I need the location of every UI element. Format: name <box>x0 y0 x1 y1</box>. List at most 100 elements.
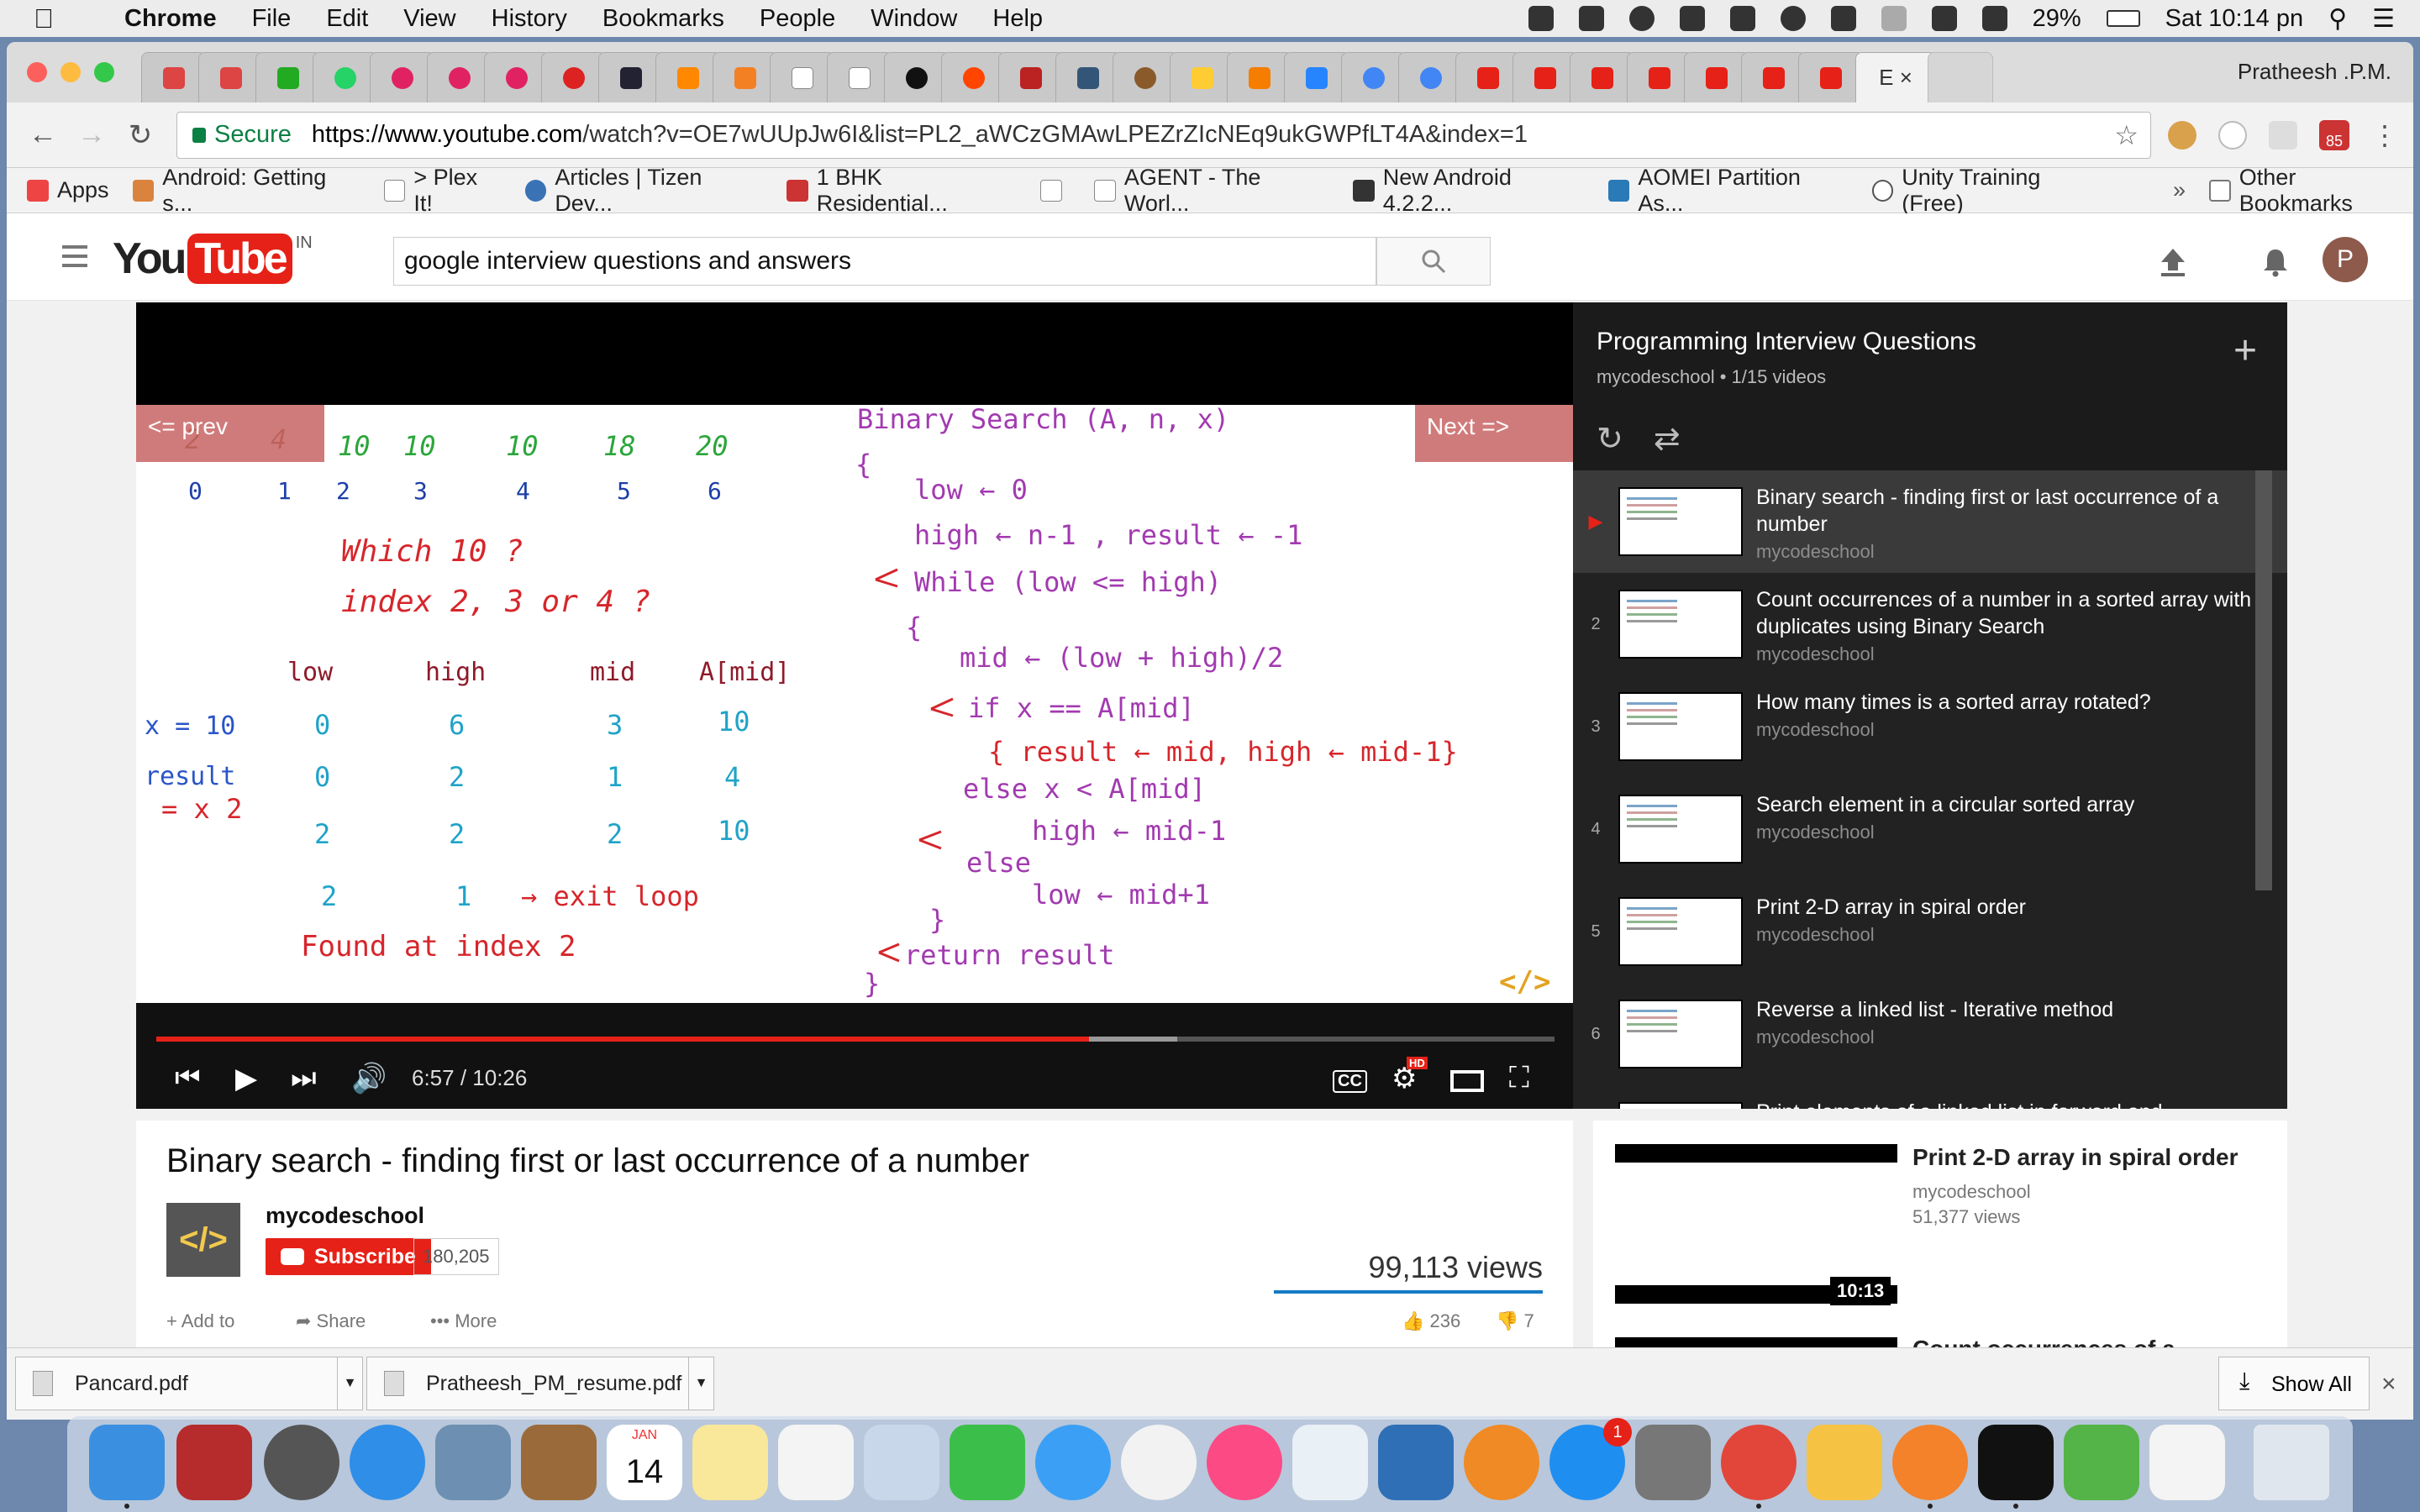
extension-grid-icon[interactable] <box>2269 120 2297 150</box>
chrome-menu-icon[interactable]: ⋮ <box>2371 119 2398 151</box>
playlist-thumbnail[interactable] <box>1618 795 1743 864</box>
system-preferences-icon[interactable] <box>1635 1425 1711 1500</box>
extension-circle-icon[interactable] <box>2218 120 2247 150</box>
theater-mode-icon[interactable] <box>1450 1070 1484 1092</box>
next-video-overlay[interactable]: Next => <box>1415 405 1573 462</box>
menu-file[interactable]: File <box>252 5 292 33</box>
loop-playlist-icon[interactable]: ↻ <box>1597 420 1623 458</box>
playlist-item[interactable]: 6 Reverse a linked list - Iterative metho… <box>1573 983 2287 1085</box>
more-button[interactable]: ••• More <box>430 1310 497 1332</box>
keyboard-icon[interactable] <box>1528 6 1554 31</box>
tab-music-1[interactable] <box>370 52 435 102</box>
menu-help[interactable]: Help <box>992 5 1043 33</box>
video-frame[interactable]: 2 4 10 10 10 18 20 0 1 2 3 4 5 <box>136 405 1573 1003</box>
other-bookmarks[interactable]: Other Bookmarks <box>2209 165 2413 217</box>
bookmark-tizen[interactable]: Articles | Tizen Dev... <box>524 165 763 217</box>
notifications-bell-icon[interactable] <box>2260 247 2291 277</box>
subscribe-button[interactable]: Subscribe <box>266 1238 431 1275</box>
tab-poop[interactable] <box>1113 52 1178 102</box>
bookmark-unity[interactable]: Unity Training (Free) <box>1871 165 2106 217</box>
like-button[interactable]: 👍 236 <box>1402 1310 1460 1332</box>
playlist-thumbnail[interactable] <box>1618 1000 1743 1068</box>
show-all-downloads-button[interactable]: ⤓ Show All <box>2218 1357 2370 1410</box>
playlist-item-title[interactable]: Count occurrences of a number in a sorte… <box>1756 586 2269 640</box>
profile-name[interactable]: Pratheesh .P.M. <box>2238 59 2391 85</box>
clock[interactable]: Sat 10:14 pn <box>2165 5 2303 33</box>
account-avatar[interactable]: P <box>2323 237 2368 282</box>
tab-terminal[interactable] <box>598 52 664 102</box>
tab-close-icon[interactable]: × <box>1900 65 1912 91</box>
tab-firebase[interactable] <box>655 52 721 102</box>
bookmark-agent[interactable]: AGENT - The Worl... <box>1094 165 1329 217</box>
secure-indicator[interactable]: Secure <box>192 121 292 149</box>
captions-button[interactable]: CC <box>1333 1070 1367 1093</box>
photos-icon[interactable] <box>1121 1425 1197 1500</box>
tab-youtube-3[interactable] <box>1570 52 1635 102</box>
back-icon[interactable]: ← <box>18 118 67 151</box>
download-options-chevron-icon[interactable]: ▼ <box>337 1357 362 1410</box>
playlist-item[interactable]: 5 Print 2-D array in spiral order mycodesc… <box>1573 880 2287 983</box>
chrome-icon[interactable] <box>1721 1425 1797 1500</box>
playlist-item[interactable]: 4 Search element in a circular sorted arr… <box>1573 778 2287 880</box>
upload-status-icon[interactable] <box>1628 6 1655 31</box>
tab-stackoverflow[interactable] <box>713 52 778 102</box>
playlist-item-title[interactable]: Binary search - finding first or last oc… <box>1756 484 2269 538</box>
keynote-icon[interactable] <box>1378 1425 1454 1500</box>
reminders-icon[interactable] <box>778 1425 854 1500</box>
playlist-scrollbar[interactable] <box>2255 470 2272 890</box>
tab-active[interactable]: E × <box>1855 52 1936 102</box>
channel-name[interactable]: mycodeschool <box>266 1203 424 1229</box>
zoom-window-button[interactable] <box>94 62 114 82</box>
bookmark-apps[interactable]: Apps <box>27 177 109 203</box>
playlist-thumbnail[interactable] <box>1618 897 1743 966</box>
menu-people[interactable]: People <box>760 5 835 33</box>
itunes-icon[interactable] <box>1207 1425 1282 1500</box>
tab-youtube-7[interactable] <box>1798 52 1864 102</box>
playlist-item[interactable]: 3 How many times is a sorted array rotate… <box>1573 675 2287 778</box>
tab-google-2[interactable] <box>1398 52 1464 102</box>
related-title[interactable]: Print 2-D array in spiral order <box>1912 1144 2238 1171</box>
playlist-thumbnail[interactable] <box>1618 692 1743 761</box>
calendar-extension-icon[interactable]: 85 <box>2319 119 2349 150</box>
evernote-icon[interactable] <box>2064 1425 2139 1500</box>
spotlight-search-icon[interactable]: ⚲ <box>2328 4 2347 34</box>
tab-blank-1[interactable] <box>770 52 835 102</box>
tab-tv[interactable] <box>1055 52 1121 102</box>
address-bar[interactable]: Secure https://www.youtube.com/watch?v=O… <box>176 111 2151 159</box>
menu-chrome[interactable]: Chrome <box>124 5 217 33</box>
tab-github[interactable] <box>884 52 950 102</box>
playlist-thumbnail[interactable] <box>1618 1102 1743 1109</box>
download-options-chevron-icon[interactable]: ▼ <box>688 1357 713 1410</box>
tab-youtube-1[interactable] <box>1455 52 1521 102</box>
tab-youtube-6[interactable] <box>1741 52 1807 102</box>
playlist-item-title[interactable]: Print elements of a linked list in forwa… <box>1756 1099 2269 1109</box>
tab-shield[interactable] <box>998 52 1064 102</box>
forward-icon[interactable]: → <box>67 118 116 151</box>
notes-icon[interactable] <box>692 1425 768 1500</box>
adobe-icon[interactable] <box>1729 6 1755 31</box>
facetime-icon[interactable] <box>950 1425 1025 1500</box>
youtube-logo[interactable]: You Tube IN <box>113 234 313 284</box>
apple-menu-icon[interactable]:  <box>34 3 67 34</box>
tab-opera[interactable] <box>541 52 607 102</box>
bluetooth-icon[interactable] <box>1881 6 1907 31</box>
upload-icon[interactable] <box>2158 247 2188 277</box>
tab-blank-2[interactable] <box>827 52 892 102</box>
wifi-icon[interactable] <box>1981 6 2007 31</box>
channel-avatar[interactable]: </> <box>166 1203 240 1277</box>
drive-icon[interactable] <box>1679 6 1705 31</box>
new-tab-button[interactable] <box>1928 52 1993 102</box>
bookmarks-overflow-button[interactable]: » <box>2173 177 2186 203</box>
playlist-title[interactable]: Programming Interview Questions <box>1597 328 2264 356</box>
bookmark-android-422[interactable]: New Android 4.2.2... <box>1353 165 1585 217</box>
minimize-window-button[interactable] <box>60 62 81 82</box>
menu-view[interactable]: View <box>403 5 455 33</box>
dislike-button[interactable]: 👎 7 <box>1496 1310 1534 1332</box>
tab-google-1[interactable] <box>1341 52 1407 102</box>
tab-youtube-5[interactable] <box>1684 52 1749 102</box>
playlist-item[interactable]: 2 Count occurrences of a number in a sort… <box>1573 573 2287 675</box>
bookmark-residential[interactable]: 1 BHK Residential... <box>786 165 1017 217</box>
terminal-icon[interactable] <box>1978 1425 2054 1500</box>
tab-youtube-2[interactable] <box>1512 52 1578 102</box>
download-item[interactable]: Pratheesh_PM_resume.pdf ▼ <box>366 1357 714 1410</box>
